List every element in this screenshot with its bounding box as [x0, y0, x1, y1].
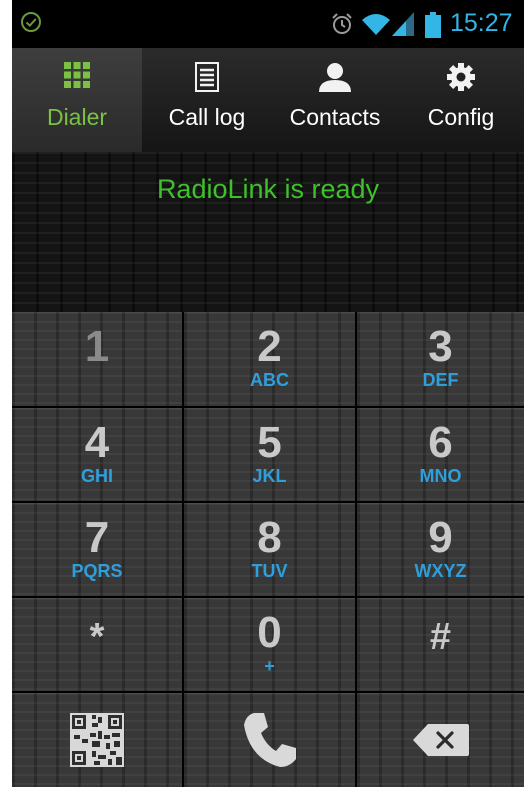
key-6[interactable]: 6 MNO [357, 408, 524, 501]
backspace-icon [412, 724, 469, 756]
list-icon [195, 62, 219, 92]
person-icon [319, 63, 351, 92]
alarm-icon [332, 13, 352, 34]
key-4[interactable]: 4 GHI [12, 408, 182, 501]
key-5[interactable]: 5 JKL [184, 408, 355, 501]
key-letters: TUV [251, 561, 288, 581]
qr-scan-button[interactable] [12, 693, 182, 787]
tab-label: Call log [168, 104, 246, 130]
key-digit: 9 [428, 513, 453, 562]
tab-call-log[interactable]: Call log [142, 48, 272, 152]
key-0[interactable]: 0 + [184, 598, 355, 691]
key-letters: WXYZ [414, 561, 467, 581]
tab-label: Dialer [46, 104, 108, 130]
key-digit: 0 [257, 608, 282, 657]
key-digit: 3 [428, 322, 453, 371]
key-digit: 7 [84, 513, 110, 562]
tab-contacts[interactable]: Contacts [272, 48, 398, 152]
tab-bar: Dialer Call log Contacts Config [12, 48, 524, 154]
wifi-icon [362, 14, 390, 35]
key-letters: ABC [250, 370, 289, 390]
key-letters: GHI [80, 466, 113, 486]
tab-label: Contacts [289, 104, 381, 130]
backspace-button[interactable] [357, 693, 524, 787]
key-digit: 2 [257, 322, 282, 371]
key-9[interactable]: 9 WXYZ [357, 503, 524, 596]
key-digit: * [89, 616, 105, 658]
key-digit: # [429, 616, 452, 658]
qr-code-icon [70, 713, 124, 767]
gear-icon [447, 63, 475, 91]
phone-call-icon [243, 713, 296, 767]
key-digit: 4 [84, 418, 110, 467]
call-button[interactable] [184, 693, 355, 787]
tab-config[interactable]: Config [398, 48, 524, 152]
phone-screen: 15:27 Dialer Call log Contacts Config Ra… [12, 0, 524, 787]
key-digit: 6 [428, 418, 453, 467]
status-message: RadioLink is ready [156, 174, 380, 204]
key-digit: 1 [84, 322, 110, 371]
signal-icon [392, 12, 414, 36]
tab-label: Config [427, 104, 495, 130]
clock-time: 15:27 [450, 9, 513, 37]
battery-icon [425, 12, 441, 38]
key-letters: PQRS [71, 561, 123, 581]
key-digit: 8 [257, 513, 282, 562]
key-letters: MNO [419, 466, 462, 486]
key-7[interactable]: 7 PQRS [12, 503, 182, 596]
key-letters: + [264, 656, 275, 676]
dial-keypad: 1 2 ABC 3 DEF 4 GHI 5 JKL 6 MNO 7 PQRS 8 [12, 312, 524, 787]
tab-dialer[interactable]: Dialer [12, 48, 142, 152]
dialer-display: RadioLink is ready [12, 152, 524, 312]
key-letters: JKL [252, 466, 287, 486]
status-bar: 15:27 [12, 0, 524, 48]
key-3[interactable]: 3 DEF [357, 312, 524, 406]
key-2[interactable]: 2 ABC [184, 312, 355, 406]
key-8[interactable]: 8 TUV [184, 503, 355, 596]
key-letters: DEF [422, 370, 459, 390]
key-hash[interactable]: # [357, 598, 524, 691]
key-digit: 5 [257, 418, 282, 467]
check-circle-icon [21, 12, 41, 32]
key-star[interactable]: * [12, 598, 182, 691]
keypad-grid-icon [64, 62, 90, 88]
key-1[interactable]: 1 [12, 312, 182, 406]
